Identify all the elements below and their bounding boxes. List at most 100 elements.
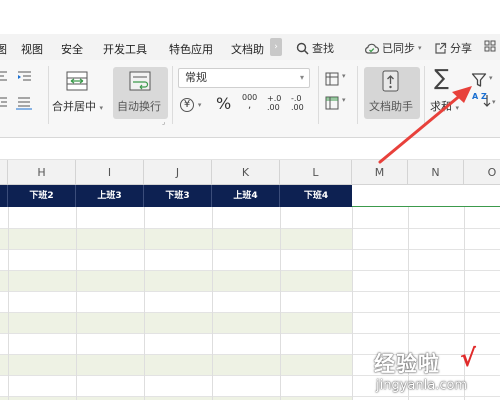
column-gridline [8, 207, 9, 400]
column-header-h[interactable]: H [8, 160, 76, 185]
column-header-bar: H I J K L M N O [0, 160, 500, 185]
currency-caret-icon: ▾ [197, 101, 202, 109]
menu-tab-partial[interactable]: 图 [0, 41, 7, 57]
comma-glyph: , [248, 100, 252, 111]
menu-tab-doc-helper[interactable]: 文档助 [231, 41, 264, 57]
column-header-partial[interactable] [0, 160, 8, 185]
search-button[interactable]: 查找 [296, 40, 334, 56]
grid-menu-button[interactable] [484, 40, 496, 52]
ribbon-toolbar: 合并居中 ▾ 自动换行 ⌟ 常规 ▾ ¥ ▾ % 000 , +.0.00 -.… [0, 60, 500, 138]
header-cell[interactable]: 下班3 [144, 185, 212, 207]
formula-bar-area[interactable] [0, 138, 500, 160]
cell-style-icon[interactable] [325, 96, 341, 110]
sort-caret-icon: ▾ [492, 98, 496, 106]
align-left-icon[interactable] [0, 70, 8, 84]
menu-tab-developer[interactable]: 开发工具 [103, 41, 147, 57]
menu-tab-features[interactable]: 特色应用 [169, 41, 213, 57]
sum-button[interactable]: 求和 ▾ [430, 98, 459, 114]
sum-label: 求和 [430, 100, 452, 113]
column-gridline [76, 207, 77, 400]
ribbon-separator [357, 66, 358, 124]
menu-tab-view[interactable]: 视图 [21, 41, 43, 57]
sum-caret-icon: ▾ [455, 104, 460, 112]
cell-style-caret-icon: ▾ [342, 96, 346, 104]
ribbon-separator [318, 66, 319, 124]
doc-helper-label: 文档助手 [369, 100, 413, 113]
thousands-separator-button[interactable]: 000 , [242, 94, 257, 111]
column-header-j[interactable]: J [144, 160, 212, 185]
sync-caret-icon: ▾ [418, 44, 422, 52]
column-header-m[interactable]: M [352, 160, 408, 185]
doc-helper-icon [382, 70, 399, 92]
watermark-text: 经验啦 [374, 352, 440, 376]
selection-border-line [352, 206, 500, 207]
row-gridline [0, 333, 500, 334]
sync-button[interactable]: 已同步 ▾ [364, 40, 422, 56]
merge-caret-icon: ▾ [99, 104, 104, 112]
row-gridline [0, 291, 500, 292]
ribbon-separator [172, 66, 173, 124]
conditional-format-icon[interactable] [325, 72, 341, 86]
tab-scroll-right-button[interactable]: › [270, 38, 282, 56]
share-icon [435, 42, 447, 54]
header-cell[interactable]: 上班3 [76, 185, 144, 207]
banded-row[interactable] [0, 270, 352, 291]
distributed-align-icon[interactable] [16, 96, 32, 110]
column-header-k[interactable]: K [212, 160, 280, 185]
banded-row[interactable] [0, 228, 352, 249]
increase-decimal-button[interactable]: +.0.00 [267, 94, 281, 112]
banded-row[interactable] [0, 312, 352, 333]
column-header-i[interactable]: I [76, 160, 144, 185]
column-gridline [352, 207, 353, 400]
merge-icon[interactable] [66, 70, 88, 92]
number-format-select[interactable]: 常规 ▾ [178, 68, 310, 88]
wrap-icon [129, 71, 151, 91]
column-gridline [212, 207, 213, 400]
row-gridline [0, 396, 500, 397]
search-icon [296, 42, 309, 55]
column-header-n[interactable]: N [408, 160, 464, 185]
ribbon-separator [48, 66, 49, 124]
indent-icon[interactable] [18, 70, 32, 84]
auto-wrap-label: 自动换行 [117, 100, 161, 113]
ribbon-separator [424, 66, 425, 124]
column-gridline [144, 207, 145, 400]
merge-center-label: 合并居中 [52, 100, 96, 113]
watermark-url: jingyanla.com [376, 378, 468, 393]
header-cell[interactable]: 上班4 [212, 185, 280, 207]
row-gridline [0, 249, 500, 250]
merge-center-button[interactable]: 合并居中 ▾ [52, 98, 103, 114]
filter-icon[interactable] [471, 72, 487, 88]
search-label: 查找 [312, 42, 334, 55]
row-gridline [0, 270, 500, 271]
column-header-l[interactable]: L [280, 160, 352, 185]
row-gridline [0, 312, 500, 313]
conditional-format-caret-icon: ▾ [342, 72, 346, 80]
percent-button[interactable]: % [216, 94, 231, 113]
share-label: 分享 [450, 42, 472, 55]
row-gridline [0, 228, 500, 229]
decrease-decimal-button[interactable]: -.0.00 [291, 94, 304, 112]
header-cell[interactable]: 下班2 [8, 185, 76, 207]
menu-tab-security[interactable]: 安全 [61, 41, 83, 57]
currency-icon: ¥ [180, 98, 194, 112]
column-gridline [280, 207, 281, 400]
filter-caret-icon: ▾ [489, 74, 493, 82]
grid-icon [484, 40, 496, 52]
chevron-down-icon: ▾ [299, 73, 304, 82]
share-button[interactable]: 分享 [434, 40, 472, 56]
header-cell[interactable]: 下班4 [280, 185, 352, 207]
header-cell-partial[interactable] [0, 185, 8, 207]
alignment-dialog-launcher[interactable]: ⌟ [162, 118, 165, 126]
table-header-row: 下班2 上班3 下班3 上班4 下班4 [0, 185, 352, 207]
currency-button[interactable]: ¥ ▾ [180, 96, 201, 112]
sync-label: 已同步 [382, 42, 415, 55]
align-right-icon[interactable] [0, 96, 8, 110]
banded-row[interactable] [0, 354, 352, 375]
sort-arrow-icon [483, 95, 491, 107]
cloud-sync-icon [365, 43, 379, 54]
menu-bar: 图 视图 安全 开发工具 特色应用 文档助 › 查找 已同步 ▾ 分享 [0, 34, 500, 60]
sum-icon[interactable]: ∑ [434, 66, 449, 91]
column-header-o[interactable]: O [464, 160, 500, 185]
number-format-value: 常规 [185, 71, 207, 84]
